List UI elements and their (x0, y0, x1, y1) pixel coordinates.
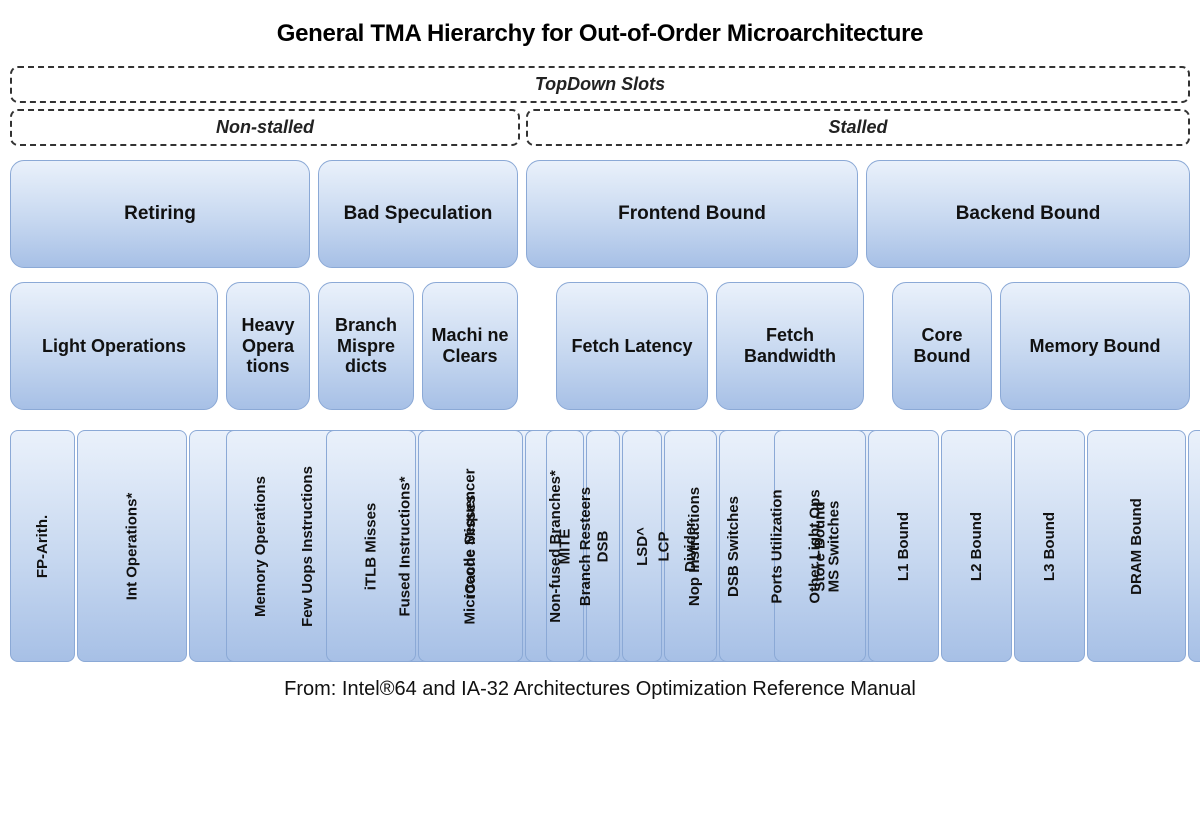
store-bound-box: Store Bound (774, 430, 866, 662)
few-uops-label: Few Uops Instructions (299, 466, 316, 627)
dsb-label: DSB (594, 530, 611, 562)
memory-operations-label: Memory Operations (252, 476, 269, 617)
diagram-title: General TMA Hierarchy for Out-of-Order M… (10, 20, 1190, 48)
icache-misses-box: iCache Misses (418, 430, 523, 662)
retiring-box: Retiring (10, 160, 310, 268)
lsd-label: LSD^ (633, 527, 650, 566)
l1-bound-label: L1 Bound (895, 511, 912, 580)
fetch-latency-box: Fetch Latency (556, 282, 708, 410)
tma-diagram: TopDown Slots Non-stalled Stalled Retiri… (10, 66, 1190, 662)
heavy-operations-box: Heavy Opera tions (226, 282, 310, 410)
non-stalled-box: Non-stalled (10, 109, 520, 146)
int-operations-box: Int Operations* (77, 430, 187, 662)
frontend-bound-box: Frontend Bound (526, 160, 858, 268)
l2-bound-box: L2 Bound (941, 430, 1012, 662)
backend-bound-box: Backend Bound (866, 160, 1190, 268)
l1-bound-box: L1 Bound (868, 430, 939, 662)
machine-clears-box: Machi ne Clears (422, 282, 518, 410)
light-operations-box: Light Operations (10, 282, 218, 410)
fp-arith-label: FP-Arith. (34, 514, 51, 577)
fused-instructions-label: Fused Instructions* (396, 476, 413, 616)
dram-bound-box: DRAM Bound (1087, 430, 1186, 662)
level3-row: FP-Arith. Int Operations* Memory Operati… (10, 430, 1190, 662)
memory-bound-box: Memory Bound (1000, 282, 1190, 410)
lcp-label: LCP (656, 531, 673, 561)
level1-row: Retiring Bad Speculation Frontend Bound … (10, 160, 1190, 268)
level0-row-top: TopDown Slots (10, 66, 1190, 103)
int-operations-label: Int Operations* (124, 492, 141, 600)
topdown-slots-box: TopDown Slots (10, 66, 1190, 103)
level0-row-split: Non-stalled Stalled (10, 109, 1190, 146)
dsb-switches-label: DSB Switches (725, 496, 742, 597)
level2-row: Light Operations Heavy Opera tions Branc… (10, 282, 1190, 410)
store-bound-label: Store Bound (812, 501, 829, 591)
dram-bound-label: DRAM Bound (1128, 498, 1145, 595)
pmm-bound-box: PMM Bound^ (1188, 430, 1200, 662)
branch-mispredicts-box: Branch Mispre dicts (318, 282, 414, 410)
light-ops-group: FP-Arith. Int Operations* Memory Operati… (10, 430, 218, 662)
stalled-box: Stalled (526, 109, 1190, 146)
spacer (872, 282, 884, 410)
itlb-misses-label: iTLB Misses (362, 502, 379, 590)
fp-arith-box: FP-Arith. (10, 430, 75, 662)
divider-label: Divider (682, 521, 699, 572)
l3-bound-label: L3 Bound (1041, 511, 1058, 580)
mite-label: MITE (556, 528, 573, 564)
fetch-bandwidth-box: Fetch Bandwidth (716, 282, 864, 410)
icache-misses-label: iCache Misses (462, 494, 479, 597)
diagram-caption: From: Intel®64 and IA-32 Architectures O… (10, 678, 1190, 701)
bad-speculation-box: Bad Speculation (318, 160, 518, 268)
spacer (526, 282, 548, 410)
l3-bound-box: L3 Bound (1014, 430, 1085, 662)
l2-bound-label: L2 Bound (968, 511, 985, 580)
ports-utilization-label: Ports Utilization (768, 489, 785, 603)
core-bound-box: Core Bound (892, 282, 992, 410)
branch-resteers-label: Branch Resteers (577, 486, 594, 605)
